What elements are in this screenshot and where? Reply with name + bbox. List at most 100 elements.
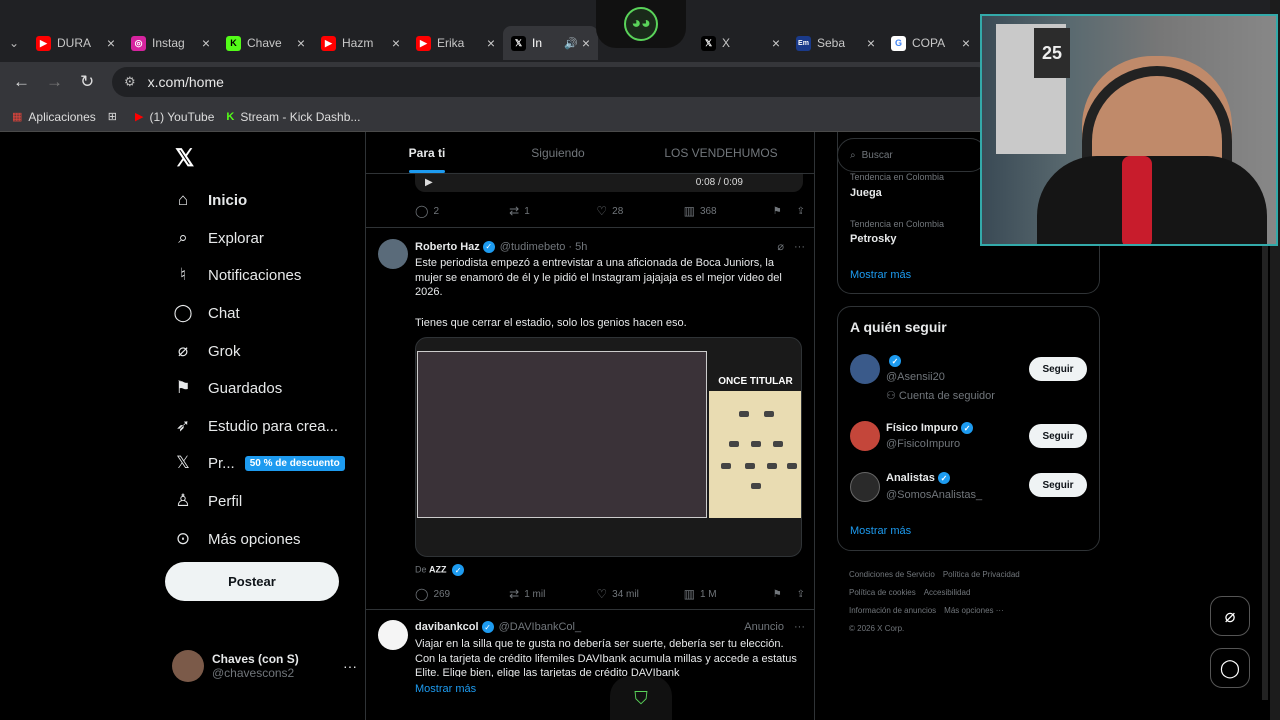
tab-los-vendehumos[interactable]: LOS VENDEHUMOS (628, 132, 814, 173)
trend-name[interactable]: Juega (850, 187, 882, 199)
site-info-icon[interactable]: ⚙ (124, 74, 136, 90)
nav-label: Perfil (208, 492, 243, 510)
nav-item-notificaciones[interactable]: ♮ Notificaciones (173, 265, 301, 285)
reply-button[interactable]: ◯ 2 (415, 204, 509, 218)
tab-search-chevron-icon[interactable]: ⌄ (0, 36, 28, 50)
tweet-author-name[interactable]: Roberto Haz (415, 241, 480, 253)
tweet-handle[interactable]: @tudimebeto · 5h (500, 241, 588, 253)
tab-para-ti[interactable]: Para ti (366, 132, 488, 173)
browser-tab[interactable]: Em Seba × (788, 26, 883, 60)
nav-item-inicio[interactable]: ⌂ Inicio (173, 190, 247, 210)
ad-author-name[interactable]: davibankcol (415, 621, 479, 633)
reply-button[interactable]: ◯ 269 (415, 587, 509, 601)
nav-item-explorar[interactable]: ⌕ Explorar (173, 228, 264, 248)
footer-link[interactable]: Condiciones de Servicio (849, 570, 935, 579)
source-name[interactable]: AZZ (429, 565, 447, 575)
browser-tab-active[interactable]: 𝕏 In 🔊 × (503, 26, 598, 60)
close-tab-icon[interactable]: × (962, 35, 970, 51)
trend-name[interactable]: Petrosky (850, 233, 896, 245)
tweet-text: Este periodista empezó a entrevistar a u… (415, 257, 782, 298)
avatar[interactable] (850, 472, 880, 502)
follow-name[interactable]: Analistas ✓ (886, 472, 955, 484)
browser-tab[interactable]: ◎ Instag × (123, 26, 218, 60)
browser-tab[interactable]: ▶ DURA × (28, 26, 123, 60)
tab-title: DURA (57, 36, 92, 50)
nav-item-chat[interactable]: ◯ Chat (173, 303, 239, 323)
repost-button[interactable]: ⇄ 1 mil (509, 587, 596, 601)
tweet-video[interactable]: ONCE TITULAR (415, 337, 802, 557)
footer-link[interactable]: Política de cookies (849, 588, 916, 597)
post-button[interactable]: Postear (165, 562, 339, 601)
like-button[interactable]: ♡ 28 (596, 204, 683, 218)
account-switcher[interactable]: Chaves (con S) @chavescons2 ··· (172, 646, 357, 686)
close-tab-icon[interactable]: × (867, 35, 875, 51)
back-arrow-icon[interactable]: ← (13, 72, 30, 92)
grok-icon[interactable]: ⌀ (777, 240, 784, 253)
bookmark-kick[interactable]: K Stream - Kick Dashb... (226, 110, 360, 124)
browser-tab[interactable]: K Chave × (218, 26, 313, 60)
play-icon[interactable]: ▶ (425, 177, 433, 188)
grok-float-icon[interactable]: ⌀ (1210, 596, 1250, 636)
nav-item-estudio[interactable]: ➶ Estudio para crea... (173, 416, 338, 436)
bookmark-grid[interactable]: ⊞ (108, 110, 123, 123)
views-button[interactable]: ▥ 368 (684, 204, 773, 218)
close-tab-icon[interactable]: × (582, 35, 590, 51)
avatar[interactable] (850, 421, 880, 451)
nav-label: Guardados (208, 379, 283, 397)
share-icon[interactable]: ⇪ (797, 206, 805, 217)
bookmark-apps[interactable]: ▦ Aplicaciones (12, 110, 96, 124)
repost-button[interactable]: ⇄ 1 (509, 204, 596, 218)
footer-link[interactable]: Accesibilidad (924, 588, 971, 597)
timeline: Para ti Siguiendo LOS VENDEHUMOS ▶ 0:08 … (365, 132, 815, 720)
reload-icon[interactable]: ↻ (80, 72, 94, 92)
repost-icon: ⇄ (509, 587, 520, 601)
more-dots-icon[interactable]: ··· (794, 621, 805, 633)
speaker-icon[interactable]: 🔊 (564, 37, 578, 50)
browser-tab[interactable]: ▶ Erika × (408, 26, 503, 60)
x-logo-icon[interactable]: 𝕏 (175, 144, 194, 173)
nav-item-premium[interactable]: 𝕏 Pr... 50 % de descuento (173, 453, 345, 473)
bookmark-icon[interactable]: ⚑ (773, 206, 797, 217)
ad-handle[interactable]: @DAVIbankCol_ (499, 621, 582, 633)
like-button[interactable]: ♡ 34 mil (596, 587, 683, 601)
show-more-link[interactable]: Mostrar más (850, 525, 911, 537)
bookmark-youtube[interactable]: ▶ (1) YouTube (135, 110, 214, 124)
avatar[interactable] (850, 354, 880, 384)
show-more-link[interactable]: Mostrar más (850, 269, 911, 281)
nav-item-grok[interactable]: ⌀ Grok (173, 341, 241, 361)
more-dots-icon[interactable]: ··· (794, 241, 805, 253)
follow-name[interactable]: ✓ (886, 355, 906, 367)
show-more-link[interactable]: Mostrar más (415, 682, 800, 697)
close-tab-icon[interactable]: × (297, 35, 305, 51)
nav-item-guardados[interactable]: ⚑ Guardados (173, 378, 282, 398)
close-tab-icon[interactable]: × (772, 35, 780, 51)
tab-title: Erika (437, 36, 465, 50)
nav-item-perfil[interactable]: ♙ Perfil (173, 491, 242, 511)
messages-float-icon[interactable]: ◯ (1210, 648, 1250, 688)
avatar[interactable] (378, 620, 408, 650)
browser-tab[interactable]: G COPA × (883, 26, 978, 60)
forward-arrow-icon[interactable]: → (46, 72, 63, 92)
footer-link[interactable]: Política de Privacidad (943, 570, 1020, 579)
nav-label: Explorar (208, 229, 264, 247)
browser-tab[interactable]: 𝕏 X × (693, 26, 788, 60)
close-tab-icon[interactable]: × (107, 35, 115, 51)
nav-item-mas-opciones[interactable]: ⊙ Más opciones (173, 529, 301, 549)
footer-link[interactable]: Información de anuncios (849, 606, 936, 615)
follow-name[interactable]: Físico Impuro ✓ (886, 422, 978, 434)
views-button[interactable]: ▥ 1 M (684, 587, 773, 601)
avatar[interactable] (378, 239, 408, 269)
follow-button[interactable]: Seguir (1029, 473, 1087, 497)
url-field[interactable]: ⚙ x.com/home (112, 67, 992, 97)
share-icon[interactable]: ⇪ (797, 589, 805, 600)
tab-siguiendo[interactable]: Siguiendo (488, 132, 628, 173)
follow-button[interactable]: Seguir (1029, 357, 1087, 381)
footer-link[interactable]: Más opciones ··· (944, 606, 1004, 615)
follow-button[interactable]: Seguir (1029, 424, 1087, 448)
close-tab-icon[interactable]: × (487, 35, 495, 51)
close-tab-icon[interactable]: × (202, 35, 210, 51)
more-dots-icon[interactable]: ··· (343, 658, 357, 674)
close-tab-icon[interactable]: × (392, 35, 400, 51)
browser-tab[interactable]: ▶ Hazm × (313, 26, 408, 60)
bookmark-icon[interactable]: ⚑ (773, 589, 797, 600)
